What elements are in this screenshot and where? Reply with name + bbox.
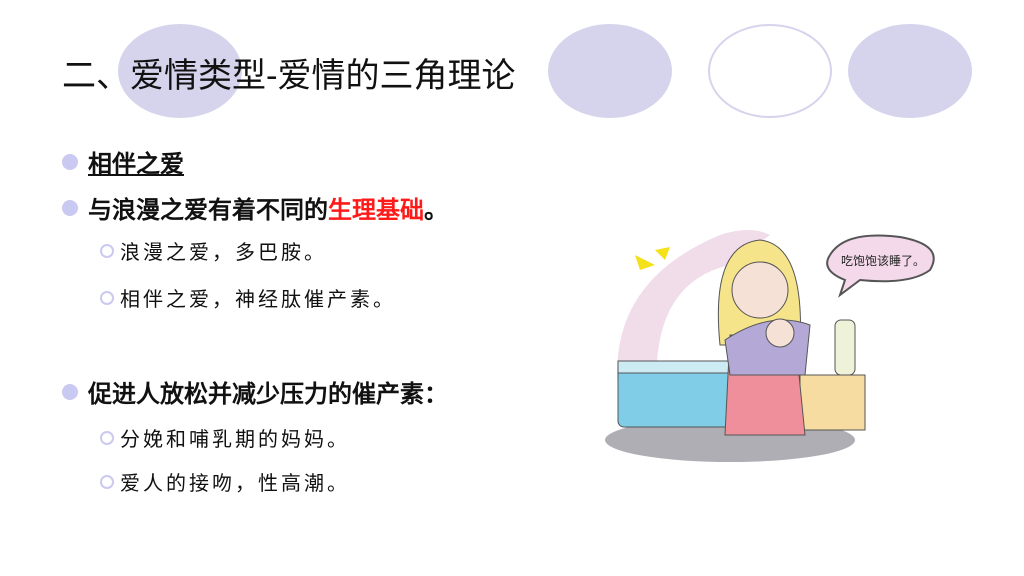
sub-text: 相伴之爱，神经肽催产素。 [120,287,396,311]
bullet-end: 。 [424,196,448,224]
decor-circle [548,24,672,118]
bullet-2: 与浪漫之爱有着不同的 生理基础。 [62,190,448,225]
bullet-ring [100,290,114,305]
bullet-dot [62,199,78,216]
decor-circle [848,24,972,118]
decor-circle [708,24,832,118]
sub-bullet: 相伴之爱，神经肽催产素。 [100,283,396,312]
mother-baby-illustration: 吃饱饱该睡了。 [605,230,935,462]
bullet-ring [100,474,114,489]
bullet-ring [100,430,114,445]
sub-bullet: 浪漫之爱，多巴胺。 [100,236,327,265]
sub-bullet: 爱人的接吻，性高潮。 [100,467,350,496]
sub-text: 浪漫之爱，多巴胺。 [120,240,327,264]
sub-text: 分娩和哺乳期的妈妈。 [120,427,350,451]
sub-bullet: 分娩和哺乳期的妈妈。 [100,423,350,452]
bullet-1: 相伴之爱 [62,144,184,179]
speech-bubble-text: 吃饱饱该睡了。 [841,253,925,268]
highlight-text: 生理基础 [328,196,424,224]
bullet-text: 促进人放松并减少压力的催产素： [88,380,448,408]
page-title: 二、爱情类型-爱情的三角理论 [62,56,516,96]
bullet-3: 促进人放松并减少压力的催产素： [62,374,448,409]
bullet-ring [100,243,114,258]
bullet-text: 相伴之爱 [88,150,184,178]
sub-text: 爱人的接吻，性高潮。 [120,471,350,495]
bullet-dot [62,383,78,400]
bullet-text: 与浪漫之爱有着不同的 [88,196,328,224]
bullet-dot [62,153,78,170]
